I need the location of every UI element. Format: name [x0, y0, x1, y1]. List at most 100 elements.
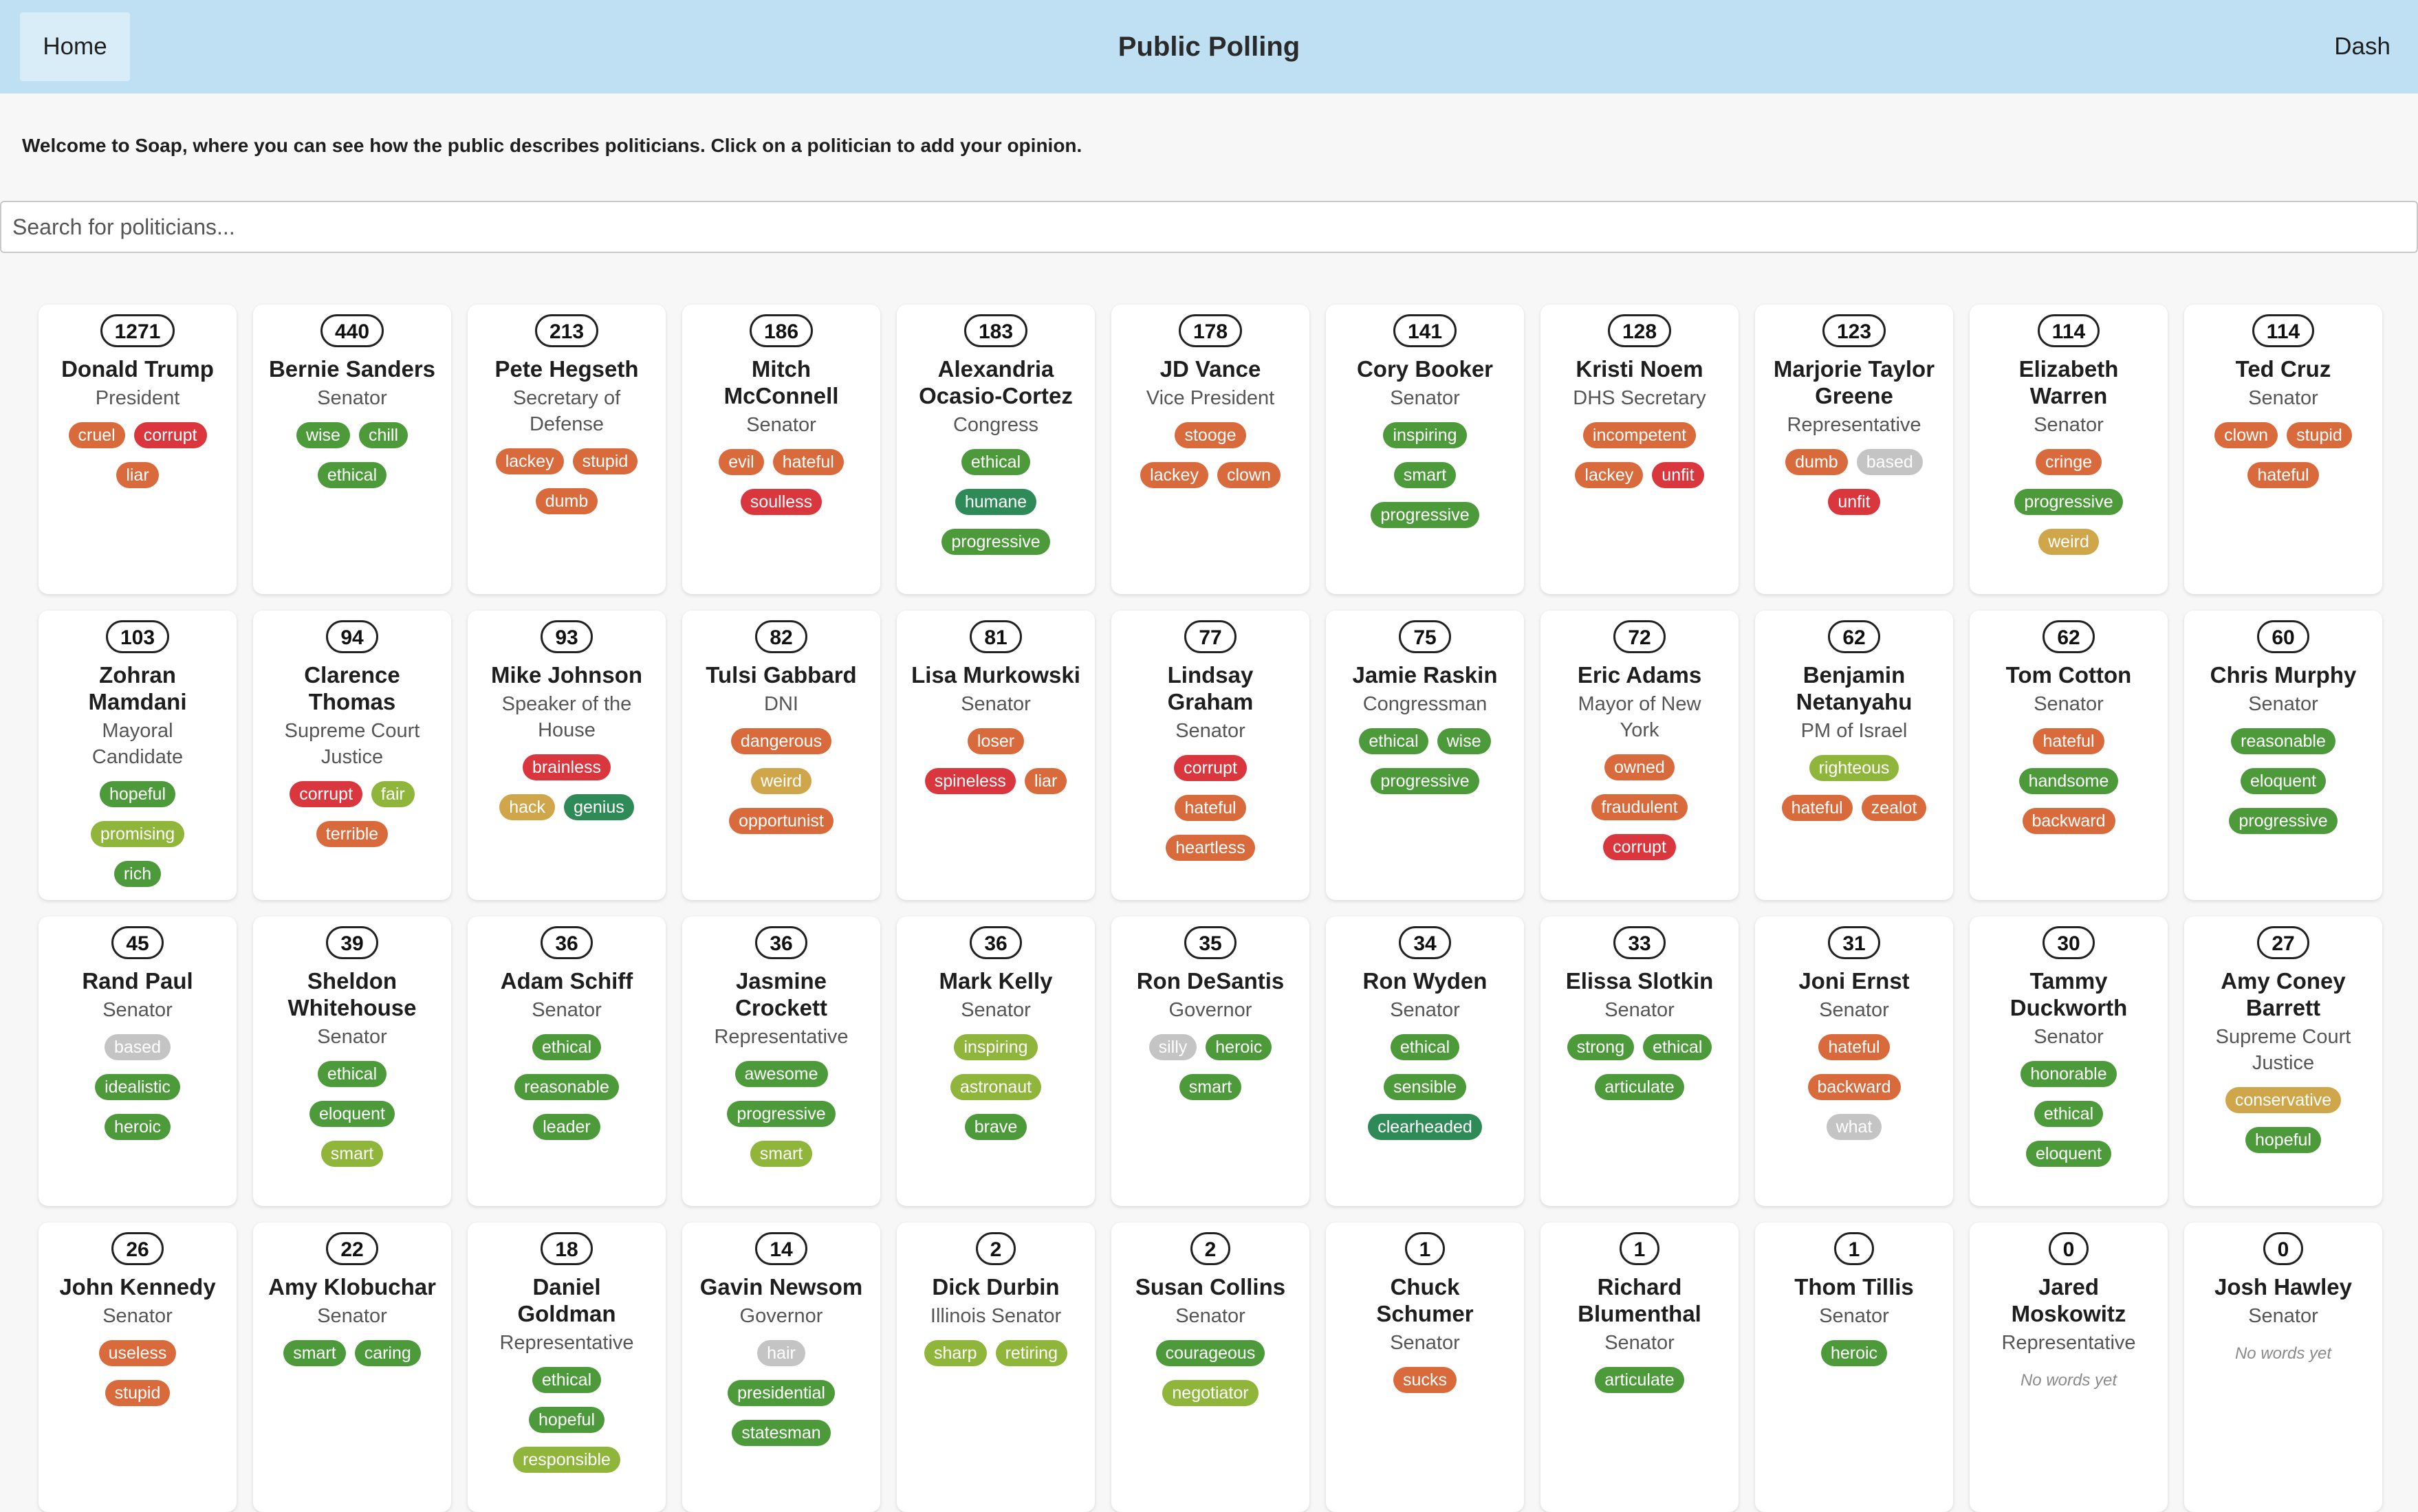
politician-card[interactable]: 36 Adam Schiff Senator ethical reasonable lea… [468, 917, 666, 1206]
descriptor-tag: hateful [1818, 1034, 1890, 1060]
politician-name: Joni Ernst [1798, 968, 1910, 994]
politician-card[interactable]: 18 Daniel Goldman Representative ethical hop… [468, 1223, 666, 1512]
descriptor-tag: ethical [1643, 1034, 1712, 1060]
politician-name: Dick Durbin [932, 1274, 1060, 1300]
politician-card[interactable]: 114 Ted Cruz Senator clown stupid hateful [2184, 305, 2382, 594]
politician-card[interactable]: 62 Tom Cotton Senator hateful handsome backwa… [1970, 611, 2168, 900]
politician-card[interactable]: 39 Sheldon Whitehouse Senator ethical eloque… [253, 917, 451, 1206]
politician-name: JD Vance [1159, 356, 1261, 382]
politician-card[interactable]: 0 Jared Moskowitz Representative No words y… [1970, 1223, 2168, 1512]
politician-card[interactable]: 2 Susan Collins Senator courageous negotiato… [1111, 1223, 1309, 1512]
politician-card[interactable]: 36 Jasmine Crockett Representative awesome p… [682, 917, 880, 1206]
politician-card[interactable]: 81 Lisa Murkowski Senator loser spineless lia… [897, 611, 1095, 900]
politician-card[interactable]: 35 Ron DeSantis Governor silly heroic smart [1111, 917, 1309, 1206]
politician-role: Governor [1168, 999, 1252, 1021]
politician-card[interactable]: 34 Ron Wyden Senator ethical sensible clearhe… [1326, 917, 1524, 1206]
politician-name: Sheldon Whitehouse [287, 968, 417, 1020]
descriptor-tag-list: courageous negotiator [1121, 1340, 1300, 1406]
politician-name: Ron DeSantis [1136, 968, 1285, 994]
politician-card[interactable]: 114 Elizabeth Warren Senator cringe progress… [1970, 305, 2168, 594]
politician-role: Mayor of New York [1578, 693, 1701, 741]
descriptor-tag: unfit [1652, 462, 1704, 488]
politician-card[interactable]: 440 Bernie Sanders Senator wise chill ethical [253, 305, 451, 594]
search-input[interactable] [0, 201, 2418, 253]
mention-count-badge: 45 [111, 926, 164, 959]
descriptor-tag: rich [113, 861, 162, 887]
politician-card[interactable]: 1 Chuck Schumer Senator sucks [1326, 1223, 1524, 1512]
descriptor-tag: smart [1179, 1074, 1242, 1100]
politician-card[interactable]: 27 Amy Coney Barrett Supreme Court Justice… [2184, 917, 2382, 1206]
descriptor-tag-list: inspiring astronaut brave [906, 1034, 1085, 1140]
politician-card[interactable]: 0 Josh Hawley Senator No words yet [2184, 1223, 2382, 1512]
politician-card[interactable]: 14 Gavin Newsom Governor hair presidential st… [682, 1223, 880, 1512]
politician-card[interactable]: 30 Tammy Duckworth Senator honorable ethical… [1970, 917, 2168, 1206]
descriptor-tag: what [1826, 1114, 1882, 1140]
politician-card[interactable]: 1 Richard Blumenthal Senator articulate [1540, 1223, 1739, 1512]
descriptor-tag: dumb [535, 488, 598, 514]
politician-card[interactable]: 213 Pete Hegseth Secretary of Defense lacke… [468, 305, 666, 594]
descriptor-tag: silly [1148, 1034, 1197, 1060]
politician-role: Senator [961, 999, 1031, 1021]
politician-card[interactable]: 123 Marjorie Taylor Greene Representative d… [1755, 305, 1953, 594]
descriptor-tag-list: strong ethical articulate [1550, 1034, 1729, 1100]
politician-card[interactable]: 82 Tulsi Gabbard DNI dangerous weird opportun… [682, 611, 880, 900]
descriptor-tag-list: useless stupid [48, 1340, 227, 1406]
politician-name: Zohran Mamdani [88, 662, 187, 714]
descriptor-tag: negotiator [1162, 1380, 1259, 1406]
politician-card[interactable]: 36 Mark Kelly Senator inspiring astronaut bra… [897, 917, 1095, 1206]
politician-card[interactable]: 93 Mike Johnson Speaker of the House brainl… [468, 611, 666, 900]
politician-card[interactable]: 75 Jamie Raskin Congressman ethical wise prog… [1326, 611, 1524, 900]
politician-card[interactable]: 33 Elissa Slotkin Senator strong ethical arti… [1540, 917, 1739, 1206]
politician-card[interactable]: 1 Thom Tillis Senator heroic [1755, 1223, 1953, 1512]
descriptor-tag: hateful [2247, 462, 2319, 488]
mention-count-badge: 36 [541, 926, 593, 959]
descriptor-tag: based [1856, 449, 1923, 475]
descriptor-tag-list: owned fraudulent corrupt [1550, 754, 1729, 860]
politician-card[interactable]: 45 Rand Paul Senator based idealistic heroic [39, 917, 237, 1206]
politician-card[interactable]: 31 Joni Ernst Senator hateful backward what [1755, 917, 1953, 1206]
politician-name: Lindsay Graham [1167, 662, 1254, 714]
descriptor-tag: promising [90, 821, 185, 847]
descriptor-tag: eloquent [309, 1101, 395, 1127]
no-words-placeholder: No words yet [2020, 1371, 2117, 1390]
mention-count-badge: 36 [755, 926, 807, 959]
descriptor-tag: hateful [772, 449, 844, 475]
politician-name: Gavin Newsom [699, 1274, 863, 1300]
politician-card[interactable]: 72 Eric Adams Mayor of New York owned fraudu… [1540, 611, 1739, 900]
politician-card[interactable]: 1271 Donald Trump President cruel corrupt lia… [39, 305, 237, 594]
politician-name: Josh Hawley [2214, 1274, 2352, 1300]
politician-name: Cory Booker [1356, 356, 1494, 382]
politician-card[interactable]: 22 Amy Klobuchar Senator smart caring [253, 1223, 451, 1512]
politician-card[interactable]: 178 JD Vance Vice President stooge lackey clo… [1111, 305, 1309, 594]
descriptor-tag: courageous [1155, 1340, 1265, 1366]
politician-card[interactable]: 26 John Kennedy Senator useless stupid [39, 1223, 237, 1512]
descriptor-tag-list: sucks [1377, 1367, 1473, 1393]
descriptor-tag: hopeful [99, 781, 176, 807]
politician-card[interactable]: 186 Mitch McConnell Senator evil hateful soul… [682, 305, 880, 594]
politician-card[interactable]: 2 Dick Durbin Illinois Senator sharp retirin… [897, 1223, 1095, 1512]
politician-role: DHS Secretary [1573, 387, 1706, 409]
politician-card[interactable]: 103 Zohran Mamdani Mayoral Candidate hopefu… [39, 611, 237, 900]
descriptor-tag: heartless [1166, 835, 1255, 861]
descriptor-tag: hopeful [2245, 1127, 2322, 1153]
politician-role: Secretary of Defense [512, 387, 621, 435]
descriptor-tag: cringe [2035, 449, 2102, 475]
home-button[interactable]: Home [20, 12, 130, 81]
descriptor-tag: progressive [727, 1101, 836, 1127]
politician-card[interactable]: 128 Kristi Noem DHS Secretary incompetent la… [1540, 305, 1739, 594]
descriptor-tag-list: ethical sensible clearheaded [1336, 1034, 1514, 1140]
politician-card[interactable]: 183 Alexandria Ocasio-Cortez Congress ethic… [897, 305, 1095, 594]
dash-link[interactable]: Dash [2334, 0, 2390, 94]
politician-card[interactable]: 62 Benjamin Netanyahu PM of Israel righteou… [1755, 611, 1953, 900]
politician-card[interactable]: 60 Chris Murphy Senator reasonable eloquent p… [2184, 611, 2382, 900]
descriptor-tag: stooge [1175, 422, 1246, 448]
descriptor-tag: smart [320, 1141, 384, 1167]
descriptor-tag: evil [719, 449, 764, 475]
politician-card[interactable]: 141 Cory Booker Senator inspiring smart progr… [1326, 305, 1524, 594]
mention-count-badge: 213 [534, 314, 599, 347]
politician-card[interactable]: 94 Clarence Thomas Supreme Court Justice co… [253, 611, 451, 900]
politician-role: Representative [2001, 1332, 2136, 1354]
politician-card[interactable]: 77 Lindsay Graham Senator corrupt hateful hea… [1111, 611, 1309, 900]
politician-role: Illinois Senator [930, 1305, 1062, 1327]
descriptor-tag-list: articulate [1578, 1367, 1700, 1393]
